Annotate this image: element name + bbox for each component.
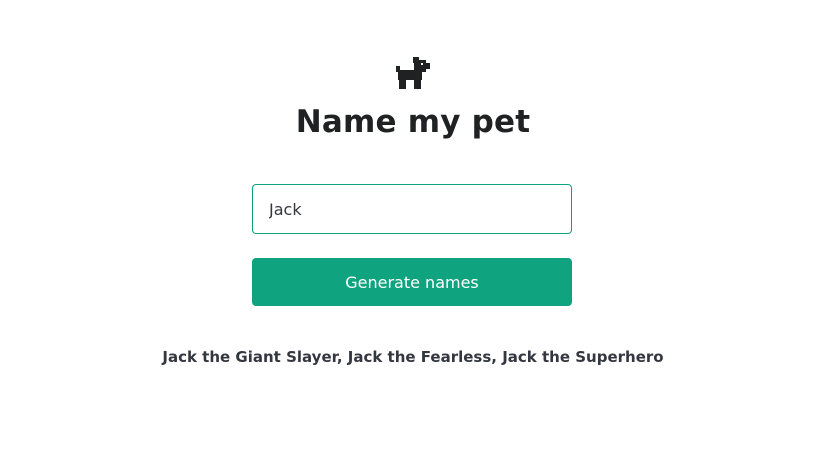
page-title: Name my pet xyxy=(295,104,531,140)
generated-names-result: Jack the Giant Slayer, Jack the Fearless… xyxy=(162,348,664,366)
pet-name-input[interactable] xyxy=(252,184,572,234)
generate-names-button[interactable]: Generate names xyxy=(252,258,572,306)
pet-name-page: Name my pet Generate names Jack the Gian… xyxy=(0,0,836,465)
pet-form: Generate names xyxy=(252,184,572,306)
dog-icon xyxy=(395,56,431,90)
